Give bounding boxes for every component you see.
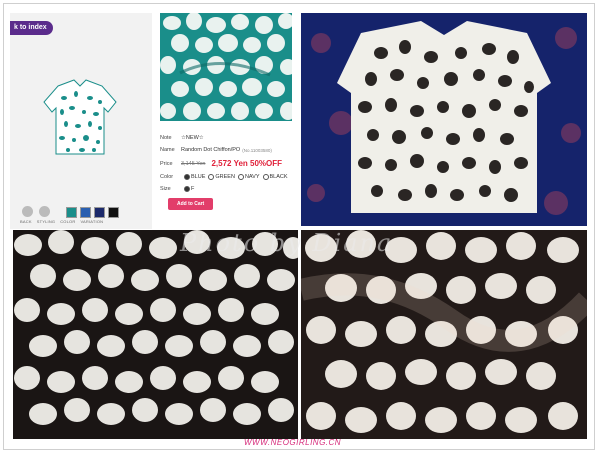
swatch-green[interactable] bbox=[66, 207, 77, 218]
color-option-blue: BLUE bbox=[191, 174, 206, 180]
fabric-closeup-right bbox=[301, 230, 587, 439]
product-code: (No.11003580) bbox=[242, 147, 272, 153]
thumb-label: BACK bbox=[20, 219, 32, 224]
radio-size-f[interactable] bbox=[184, 186, 190, 192]
back-view-thumb[interactable] bbox=[22, 206, 33, 217]
color-label: Color bbox=[160, 174, 174, 180]
product-detail-panel: Note ☆NEW☆ Name Random Dot Chiffon/PO (N… bbox=[155, 13, 297, 229]
fabric-closeup-left-image bbox=[13, 230, 298, 439]
footer-url[interactable]: WWW.NEOGIRLING.CN bbox=[244, 438, 341, 447]
radio-blue[interactable] bbox=[184, 174, 190, 180]
name-label: Name bbox=[160, 147, 175, 153]
blouse-photo-image bbox=[301, 13, 587, 226]
thumb-label: VARIATION bbox=[80, 219, 104, 224]
note-label: Note bbox=[160, 135, 172, 141]
radio-black[interactable] bbox=[262, 174, 269, 180]
thumb-labels: BACK STYLING COLOR VARIATION bbox=[20, 219, 103, 224]
size-option: F bbox=[191, 186, 195, 192]
color-option-black: BLACK bbox=[269, 174, 288, 180]
product-info: Note ☆NEW☆ Name Random Dot Chiffon/PO (N… bbox=[160, 135, 294, 216]
swatch-blue[interactable] bbox=[80, 207, 91, 218]
original-price: 3,145 Yen bbox=[181, 160, 206, 167]
color-option-navy: NAVY bbox=[244, 174, 260, 180]
color-swatches bbox=[66, 207, 119, 218]
product-image[interactable] bbox=[30, 68, 130, 168]
photo-watermark: Photo by Diana bbox=[180, 229, 394, 257]
size-label: Size bbox=[160, 186, 171, 192]
sale-price: 2,572 Yen 50%OFF bbox=[211, 159, 283, 168]
back-to-index-button[interactable]: k to index bbox=[10, 21, 53, 35]
shop-page-panel: k to index BACK STYLING COLOR VARIATION bbox=[10, 13, 152, 229]
fabric-closeup-right-image bbox=[301, 230, 587, 439]
radio-navy[interactable] bbox=[237, 174, 244, 180]
view-thumbnails bbox=[22, 206, 50, 217]
color-option-green: GREEN bbox=[215, 174, 235, 180]
product-name: Random Dot Chiffon/PO bbox=[181, 147, 241, 153]
note-value: ☆NEW☆ bbox=[181, 135, 204, 141]
blouse-photo bbox=[301, 13, 587, 226]
swatch-black[interactable] bbox=[108, 207, 119, 218]
swatch-navy[interactable] bbox=[94, 207, 105, 218]
fabric-zoom-image bbox=[160, 13, 292, 121]
radio-green[interactable] bbox=[208, 174, 215, 180]
fabric-closeup-left bbox=[13, 230, 298, 439]
thumb-label: STYLING bbox=[36, 219, 56, 224]
add-to-cart-button[interactable]: Add to Cart bbox=[168, 198, 214, 210]
styling-view-thumb[interactable] bbox=[39, 206, 50, 217]
thumb-label: COLOR bbox=[60, 219, 76, 224]
price-label: Price bbox=[160, 160, 173, 167]
